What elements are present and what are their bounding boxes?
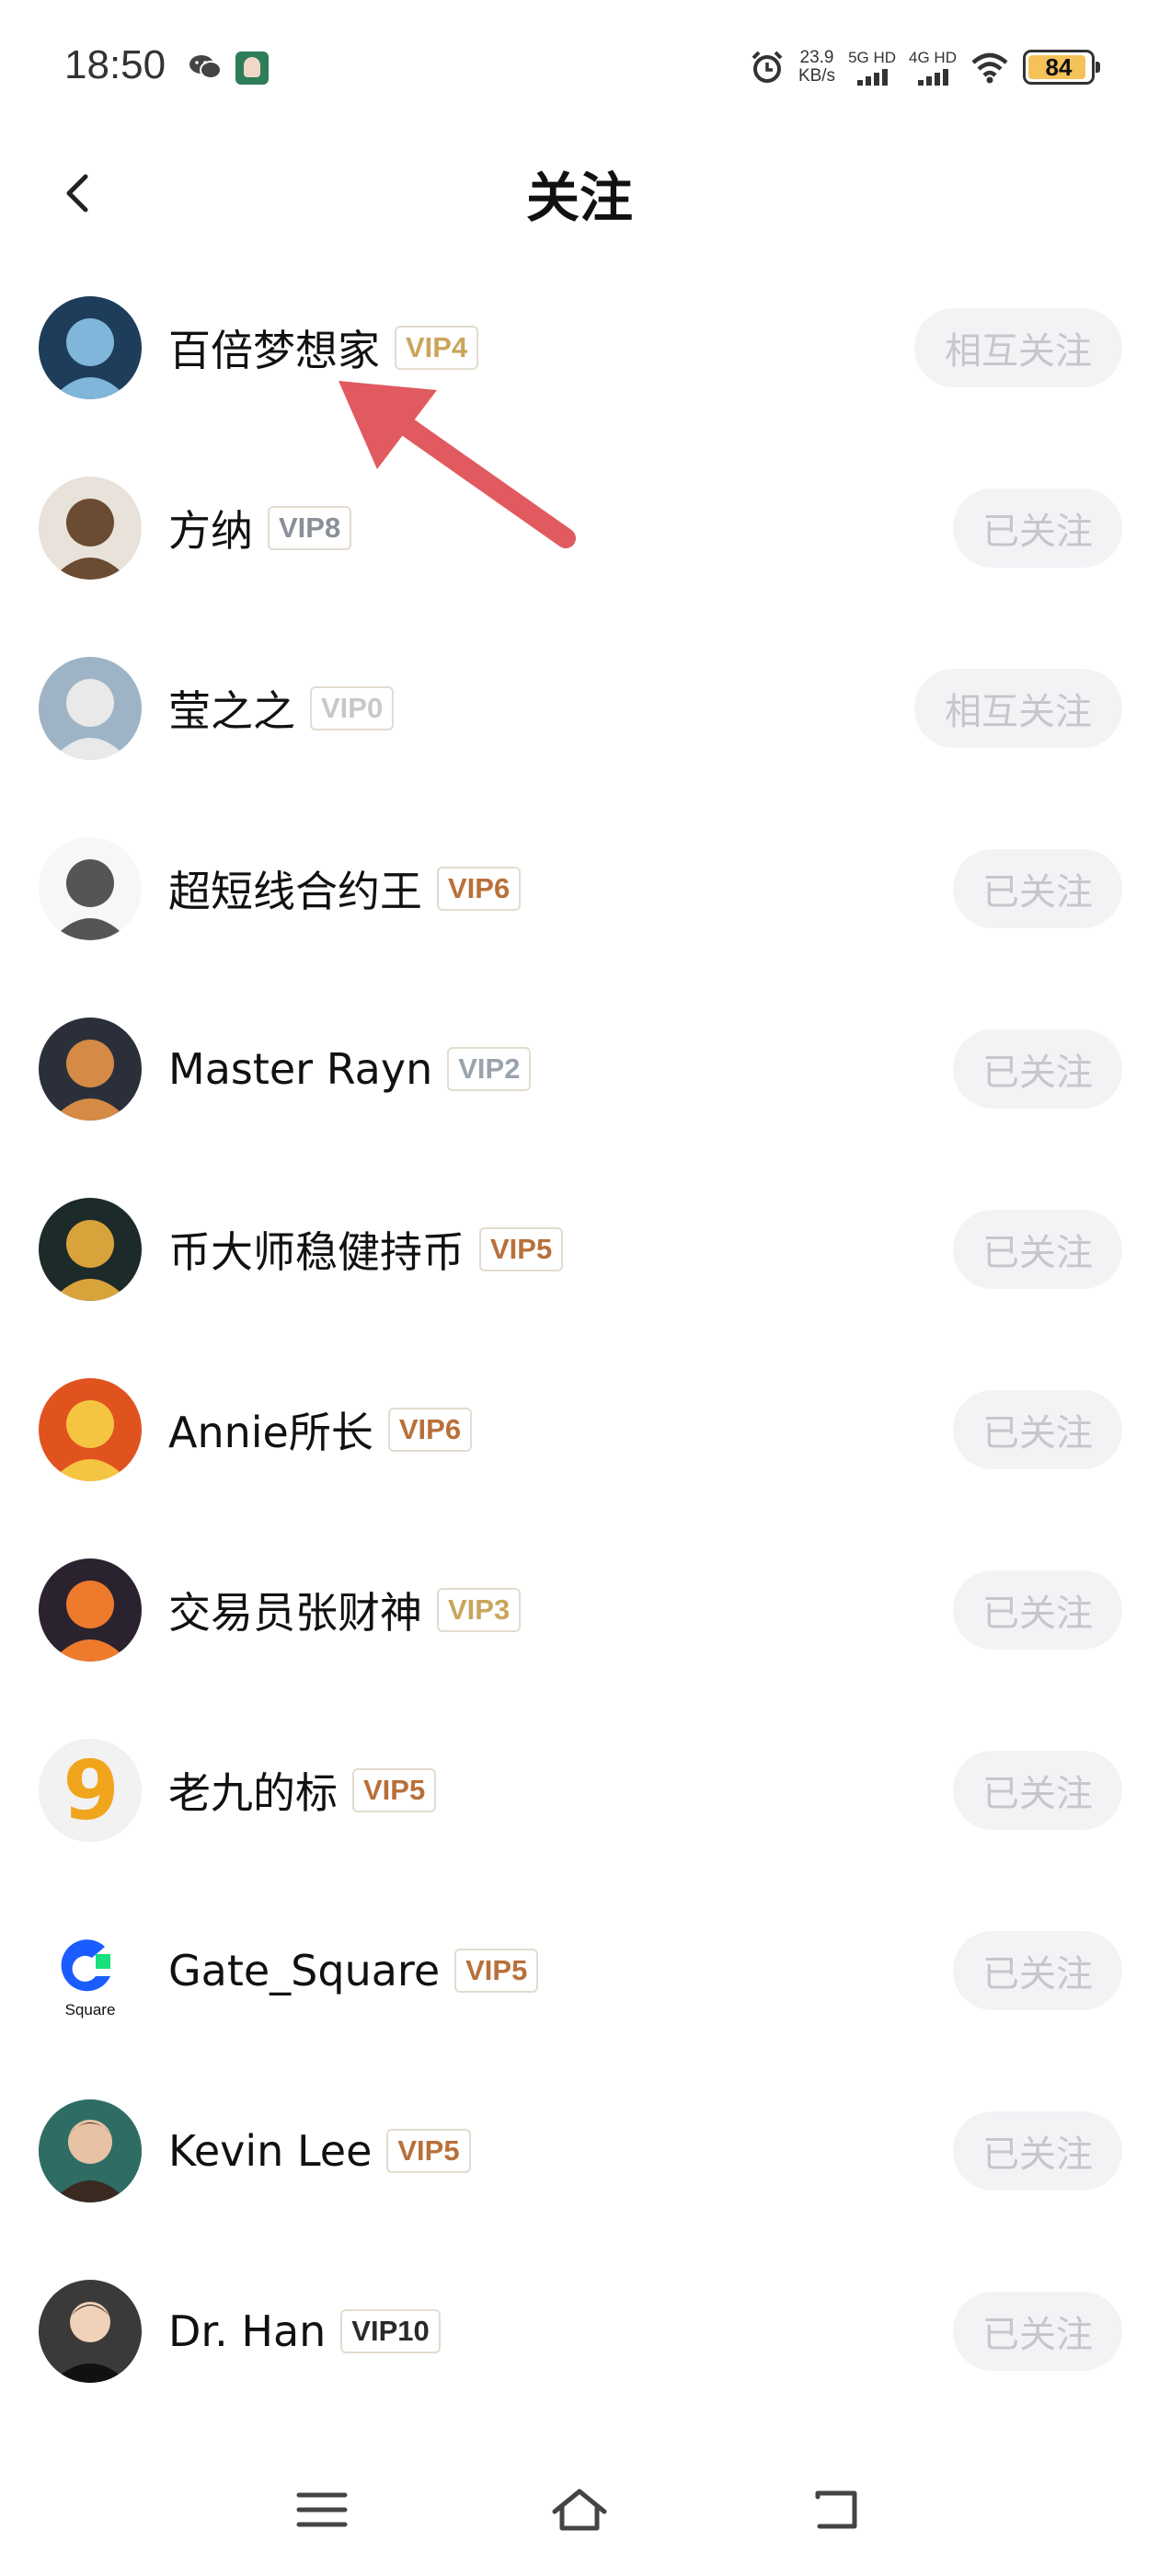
- follow-status-button[interactable]: 已关注: [953, 2292, 1122, 2371]
- signal-bars-icon: [917, 67, 948, 86]
- vip-badge: VIP5: [479, 1227, 564, 1271]
- net-speed-value: 23.9: [799, 48, 834, 67]
- home-icon[interactable]: [547, 2482, 612, 2537]
- list-item[interactable]: Square Gate_Square VIP5 已关注: [0, 1880, 1159, 2061]
- list-item[interactable]: 超短线合约王 VIP6 已关注: [0, 799, 1159, 979]
- list-item[interactable]: 9 老九的标 VIP5 已关注: [0, 1700, 1159, 1880]
- user-name[interactable]: Master Rayn: [168, 1044, 432, 1094]
- user-name[interactable]: 莹之之: [168, 678, 295, 739]
- user-name[interactable]: 交易员张财神: [168, 1580, 422, 1640]
- sim2-signal: 4G HD: [909, 49, 957, 86]
- user-name[interactable]: Annie所长: [168, 1399, 373, 1460]
- vip-badge: VIP6: [437, 867, 522, 911]
- list-item[interactable]: Master Rayn VIP2 已关注: [0, 979, 1159, 1159]
- avatar[interactable]: [39, 1018, 142, 1121]
- follow-status-button[interactable]: 已关注: [953, 489, 1122, 568]
- status-bar: 18:50 23.9 KB/s 5G HD 4G HD 84: [0, 0, 1159, 138]
- net-speed: 23.9 KB/s: [798, 49, 835, 86]
- user-name[interactable]: Dr. Han: [168, 2306, 326, 2356]
- battery-level: 84: [1045, 53, 1073, 81]
- follow-status-button[interactable]: 已关注: [953, 1210, 1122, 1289]
- avatar[interactable]: [39, 657, 142, 760]
- user-name[interactable]: 币大师稳健持币: [168, 1219, 465, 1280]
- sim2-label: 4G HD: [909, 49, 957, 66]
- sim1-label: 5G HD: [848, 49, 897, 66]
- vip-badge: VIP5: [386, 2129, 471, 2173]
- avatar[interactable]: 9: [39, 1739, 142, 1842]
- vip-badge: VIP4: [395, 326, 479, 370]
- net-speed-unit: KB/s: [798, 66, 836, 86]
- follow-status-button[interactable]: 已关注: [953, 1390, 1122, 1469]
- vip-badge: VIP0: [310, 686, 395, 730]
- annotation-arrow: [339, 381, 576, 548]
- page-title: 关注: [525, 167, 633, 229]
- avatar[interactable]: [39, 1558, 142, 1662]
- avatar[interactable]: [39, 837, 142, 940]
- follow-status-button[interactable]: 相互关注: [914, 669, 1122, 748]
- follow-status-button[interactable]: 已关注: [953, 1570, 1122, 1650]
- follow-status-button[interactable]: 已关注: [953, 1931, 1122, 2010]
- status-time: 18:50: [64, 42, 166, 87]
- menu-icon[interactable]: [290, 2482, 354, 2537]
- system-nav-bar: [0, 2447, 1159, 2576]
- avatar[interactable]: [39, 2099, 142, 2202]
- user-name[interactable]: Kevin Lee: [168, 2126, 372, 2176]
- vip-badge: VIP2: [447, 1047, 532, 1091]
- avatar[interactable]: [39, 2280, 142, 2383]
- user-name[interactable]: Gate_Square: [168, 1946, 440, 1995]
- alarm-icon: [752, 51, 783, 83]
- avatar[interactable]: Square: [39, 1919, 142, 2022]
- list-item[interactable]: 莹之之 VIP0 相互关注: [0, 618, 1159, 799]
- user-name[interactable]: 方纳: [168, 498, 253, 558]
- vip-badge: VIP3: [437, 1588, 522, 1632]
- vip-badge: VIP10: [340, 2309, 441, 2353]
- sim1-signal: 5G HD: [848, 49, 896, 86]
- avatar[interactable]: [39, 1378, 142, 1481]
- follow-status-button[interactable]: 已关注: [953, 1751, 1122, 1830]
- vip-badge: VIP6: [387, 1408, 473, 1452]
- list-item[interactable]: Dr. Han VIP10 已关注: [0, 2241, 1159, 2421]
- avatar[interactable]: [39, 296, 142, 399]
- return-icon[interactable]: [805, 2482, 869, 2537]
- avatar-caption: Square: [65, 2001, 116, 2018]
- follow-status-button[interactable]: 已关注: [953, 2111, 1122, 2191]
- follow-status-button[interactable]: 相互关注: [914, 308, 1122, 387]
- list-item[interactable]: 币大师稳健持币 VIP5 已关注: [0, 1159, 1159, 1340]
- header: 关注: [0, 138, 1159, 239]
- signal-bars-icon: [856, 67, 888, 86]
- list-item[interactable]: Annie所长 VIP6 已关注: [0, 1340, 1159, 1520]
- wechat-icon: [189, 55, 222, 79]
- vip-badge: VIP5: [454, 1949, 539, 1993]
- app-notification-icon: [235, 52, 269, 85]
- avatar[interactable]: [39, 1198, 142, 1301]
- list-item[interactable]: Kevin Lee VIP5 已关注: [0, 2061, 1159, 2241]
- user-name[interactable]: 老九的标: [168, 1760, 338, 1821]
- follow-status-button[interactable]: 已关注: [953, 1029, 1122, 1109]
- list-item[interactable]: 交易员张财神 VIP3 已关注: [0, 1520, 1159, 1700]
- user-name[interactable]: 超短线合约王: [168, 858, 422, 919]
- wifi-icon: [971, 52, 1008, 84]
- vip-badge: VIP5: [352, 1768, 437, 1812]
- svg-text:9: 9: [63, 1743, 119, 1838]
- avatar[interactable]: [39, 477, 142, 580]
- battery-icon: 84: [1023, 50, 1100, 85]
- follow-status-button[interactable]: 已关注: [953, 849, 1122, 928]
- status-right-group: 23.9 KB/s 5G HD 4G HD 84: [749, 44, 1100, 90]
